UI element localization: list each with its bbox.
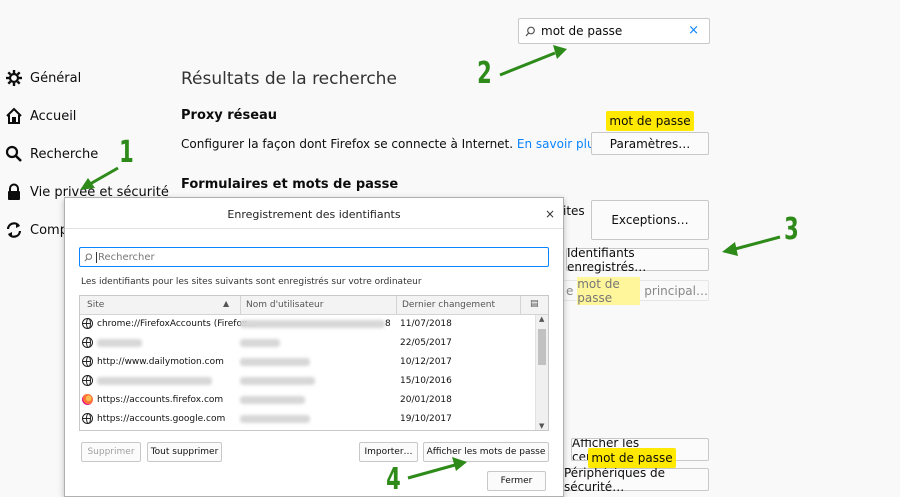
annotation-arrow-4: [407, 463, 456, 480]
annotation-arrowhead-2: [553, 45, 567, 59]
annotation-arrows: [80, 45, 781, 480]
annotation-arrowhead-3: [722, 242, 738, 256]
annotation-arrow-1: [89, 166, 119, 186]
annotation-arrow-3: [734, 235, 781, 251]
annotation-number-3: 3: [784, 212, 799, 247]
annotation-arrow-2: [499, 51, 556, 77]
annotation-number-4: 4: [386, 462, 401, 497]
annotation-number-2: 2: [477, 56, 492, 91]
annotation-arrowhead-4: [452, 457, 467, 471]
annotation-number-1: 1: [119, 135, 134, 170]
